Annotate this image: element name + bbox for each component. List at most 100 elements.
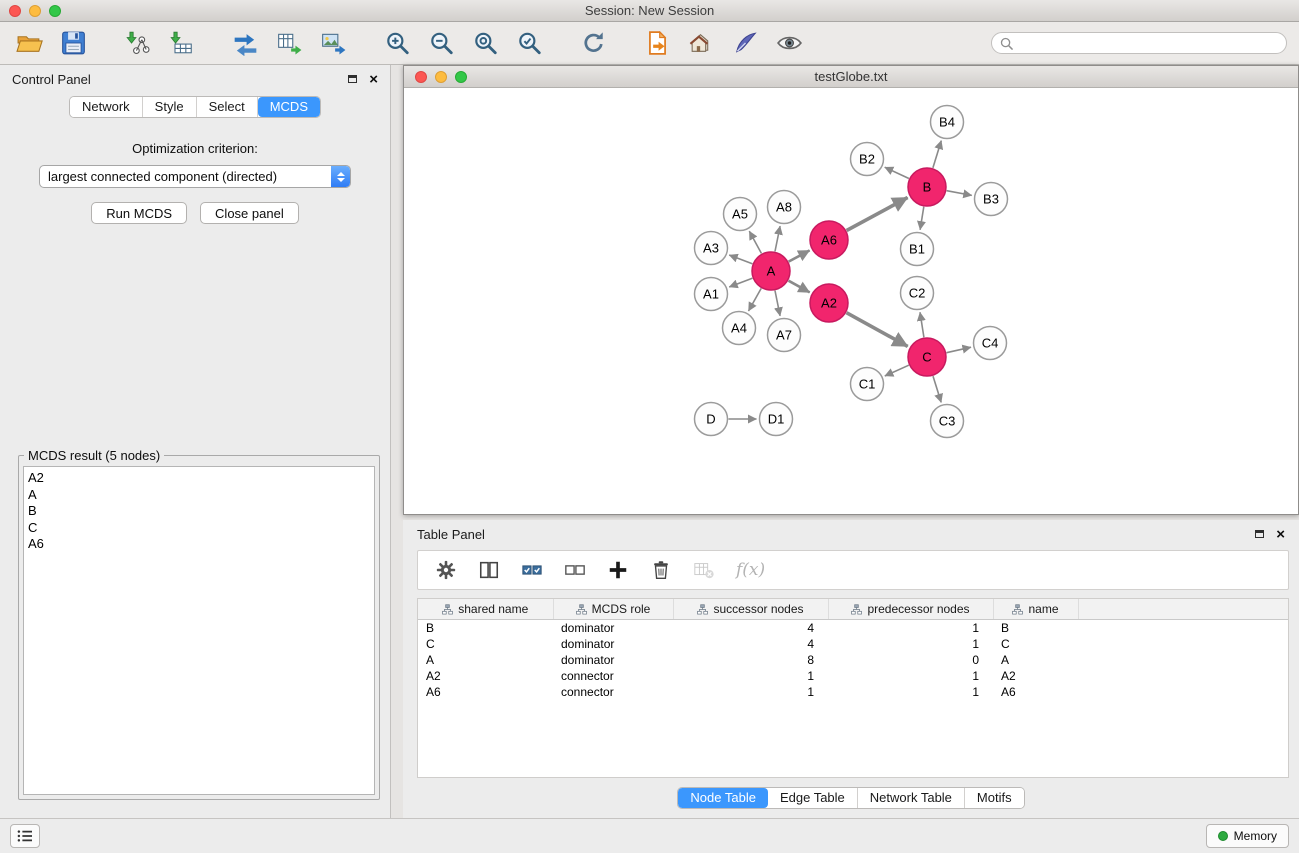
mcds-result-item[interactable]: B bbox=[28, 503, 370, 520]
graph-node-b4[interactable]: B4 bbox=[931, 106, 964, 139]
table-row[interactable]: A2connector11A2 bbox=[418, 668, 1288, 684]
cell-shared-name[interactable]: A bbox=[418, 652, 553, 668]
graph-node-a2[interactable]: A2 bbox=[810, 284, 848, 322]
graph-node-a7[interactable]: A7 bbox=[768, 319, 801, 352]
cell-predecessor-nodes[interactable]: 1 bbox=[828, 684, 993, 700]
delete-columns-button[interactable] bbox=[650, 559, 672, 581]
cell-shared-name[interactable]: C bbox=[418, 636, 553, 652]
network-zoom-button[interactable] bbox=[455, 71, 467, 83]
graph-edge-c-c1[interactable] bbox=[885, 365, 909, 376]
table-tab-node-table[interactable]: Node Table bbox=[678, 788, 768, 808]
unselect-all-columns-button[interactable] bbox=[564, 559, 586, 581]
zoom-fit-button[interactable] bbox=[466, 25, 504, 61]
graph-node-a6[interactable]: A6 bbox=[810, 221, 848, 259]
search-box[interactable] bbox=[991, 32, 1287, 54]
cell-predecessor-nodes[interactable]: 1 bbox=[828, 620, 993, 637]
home-button[interactable] bbox=[682, 25, 720, 61]
cell-shared-name[interactable]: B bbox=[418, 620, 553, 637]
cell-name[interactable]: B bbox=[993, 620, 1078, 637]
mcds-result-list[interactable]: A2ABCA6 bbox=[23, 466, 375, 795]
export-image-button[interactable] bbox=[314, 25, 352, 61]
control-panel-close-icon[interactable]: × bbox=[369, 72, 378, 87]
cell-predecessor-nodes[interactable]: 1 bbox=[828, 636, 993, 652]
export-network-button[interactable] bbox=[226, 25, 264, 61]
zoom-out-button[interactable] bbox=[422, 25, 460, 61]
cell-shared-name[interactable]: A6 bbox=[418, 684, 553, 700]
graph-edge-c-c3[interactable] bbox=[933, 376, 941, 402]
graph-edge-b-b1[interactable] bbox=[920, 207, 924, 230]
cell-MCDS-role[interactable]: dominator bbox=[553, 652, 673, 668]
cell-predecessor-nodes[interactable]: 1 bbox=[828, 668, 993, 684]
graph-edge-a-a4[interactable] bbox=[749, 288, 762, 311]
graph-edge-a-a1[interactable] bbox=[729, 278, 752, 287]
mcds-result-item[interactable]: A bbox=[28, 487, 370, 504]
cell-name[interactable]: C bbox=[993, 636, 1078, 652]
cell-successor-nodes[interactable]: 4 bbox=[673, 636, 828, 652]
run-mcds-button[interactable]: Run MCDS bbox=[91, 202, 187, 224]
graph-node-a1[interactable]: A1 bbox=[695, 278, 728, 311]
cell-name[interactable]: A6 bbox=[993, 684, 1078, 700]
select-all-columns-button[interactable] bbox=[521, 559, 543, 581]
zoom-in-button[interactable] bbox=[378, 25, 416, 61]
cell-MCDS-role[interactable]: dominator bbox=[553, 620, 673, 637]
graph-node-a5[interactable]: A5 bbox=[724, 198, 757, 231]
zoom-selected-button[interactable] bbox=[510, 25, 548, 61]
vizmap-button[interactable] bbox=[726, 25, 764, 61]
cell-successor-nodes[interactable]: 8 bbox=[673, 652, 828, 668]
graph-edge-a-a8[interactable] bbox=[775, 226, 780, 251]
mcds-result-item[interactable]: C bbox=[28, 520, 370, 537]
graph-edge-a-a3[interactable] bbox=[729, 255, 752, 264]
graph-edge-c-c2[interactable] bbox=[920, 312, 924, 337]
column-settings-button[interactable] bbox=[435, 559, 457, 581]
import-url-button[interactable] bbox=[638, 25, 676, 61]
graph-node-b3[interactable]: B3 bbox=[975, 183, 1008, 216]
graph-edge-a-a7[interactable] bbox=[775, 291, 780, 316]
cell-successor-nodes[interactable]: 1 bbox=[673, 684, 828, 700]
graph-node-c3[interactable]: C3 bbox=[931, 405, 964, 438]
graph-node-d1[interactable]: D1 bbox=[760, 403, 793, 436]
cell-successor-nodes[interactable]: 1 bbox=[673, 668, 828, 684]
table-row[interactable]: Adominator80A bbox=[418, 652, 1288, 668]
task-history-button[interactable] bbox=[10, 824, 40, 848]
cell-shared-name[interactable]: A2 bbox=[418, 668, 553, 684]
close-panel-button[interactable]: Close panel bbox=[200, 202, 299, 224]
control-tab-select[interactable]: Select bbox=[197, 97, 258, 117]
search-input[interactable] bbox=[1018, 35, 1278, 52]
column-header-name[interactable]: name bbox=[993, 599, 1078, 620]
refresh-button[interactable] bbox=[574, 25, 612, 61]
graph-edge-a-a2[interactable] bbox=[789, 281, 810, 293]
graph-node-c4[interactable]: C4 bbox=[974, 327, 1007, 360]
table-tab-edge-table[interactable]: Edge Table bbox=[768, 788, 858, 808]
close-window-button[interactable] bbox=[9, 5, 21, 17]
cell-MCDS-role[interactable]: connector bbox=[553, 668, 673, 684]
zoom-window-button[interactable] bbox=[49, 5, 61, 17]
optimization-criterion-dropdown[interactable]: largest connected component (directed) bbox=[39, 165, 351, 188]
control-tab-mcds[interactable]: MCDS bbox=[258, 97, 320, 117]
cell-MCDS-role[interactable]: dominator bbox=[553, 636, 673, 652]
graph-node-c1[interactable]: C1 bbox=[851, 368, 884, 401]
cell-successor-nodes[interactable]: 4 bbox=[673, 620, 828, 637]
network-minimize-button[interactable] bbox=[435, 71, 447, 83]
graph-node-c[interactable]: C bbox=[908, 338, 946, 376]
table-tab-network-table[interactable]: Network Table bbox=[858, 788, 965, 808]
network-canvas[interactable]: B4B2BB3A5A8A6B1A3AA1C2A2A4A7C4CC1C3DD1 bbox=[404, 88, 1298, 514]
column-header-predecessor-nodes[interactable]: predecessor nodes bbox=[828, 599, 993, 620]
create-column-button[interactable] bbox=[607, 559, 629, 581]
table-panel-close-icon[interactable]: × bbox=[1276, 527, 1285, 542]
column-header-shared-name[interactable]: shared name bbox=[418, 599, 553, 620]
export-table-button[interactable] bbox=[270, 25, 308, 61]
column-header-MCDS-role[interactable]: MCDS role bbox=[553, 599, 673, 620]
table-row[interactable]: A6connector11A6 bbox=[418, 684, 1288, 700]
column-header-successor-nodes[interactable]: successor nodes bbox=[673, 599, 828, 620]
graph-edge-a-a5[interactable] bbox=[749, 231, 761, 253]
minimize-window-button[interactable] bbox=[29, 5, 41, 17]
graph-node-a[interactable]: A bbox=[752, 252, 790, 290]
graph-edge-b-b2[interactable] bbox=[885, 167, 909, 178]
graph-edge-a-a6[interactable] bbox=[789, 250, 810, 261]
graph-edge-b-b4[interactable] bbox=[933, 141, 941, 168]
open-session-button[interactable] bbox=[10, 25, 48, 61]
control-panel-float-icon[interactable] bbox=[348, 75, 357, 83]
graph-edge-a6-b[interactable] bbox=[847, 198, 908, 231]
cell-name[interactable]: A2 bbox=[993, 668, 1078, 684]
table-tab-motifs[interactable]: Motifs bbox=[965, 788, 1024, 808]
